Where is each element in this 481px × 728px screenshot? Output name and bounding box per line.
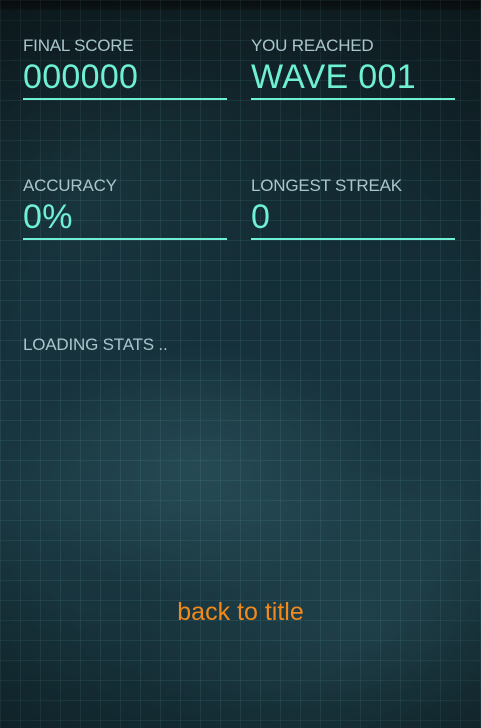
longest-streak-value: 0 <box>251 198 271 236</box>
wave-reached-label: YOU REACHED <box>251 36 374 55</box>
game-over-screen: FINAL SCORE 000000 YOU REACHED WAVE 001 … <box>0 0 481 728</box>
back-to-title-link[interactable]: back to title <box>0 598 481 627</box>
final-score-stat: FINAL SCORE 000000 <box>23 36 227 100</box>
longest-streak-label: LONGEST STREAK <box>251 176 402 195</box>
final-score-value: 000000 <box>23 58 139 96</box>
accuracy-label: ACCURACY <box>23 176 117 195</box>
loading-stats-text: LOADING STATS .. <box>23 335 168 354</box>
wave-reached-value: WAVE 001 <box>251 58 416 96</box>
wave-reached-stat: YOU REACHED WAVE 001 <box>251 36 455 100</box>
final-score-label: FINAL SCORE <box>23 36 134 55</box>
longest-streak-stat: LONGEST STREAK 0 <box>251 176 455 240</box>
accuracy-value: 0% <box>23 198 73 236</box>
accuracy-stat: ACCURACY 0% <box>23 176 227 240</box>
